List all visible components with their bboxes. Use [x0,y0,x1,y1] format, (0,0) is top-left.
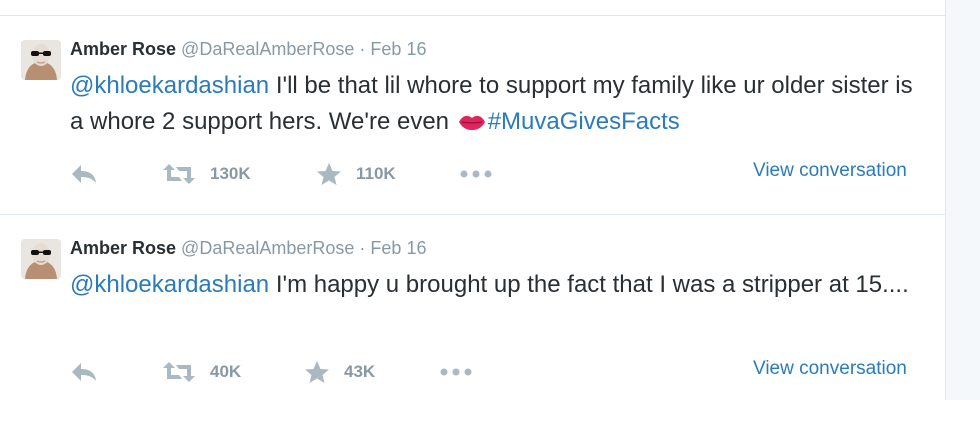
mention-link[interactable]: @khloekardashian [70,271,269,298]
tweet-actions: 40K 43K View conversation [70,357,940,387]
timeline: Amber Rose @DaRealAmberRose · Feb 16 @kh… [0,0,946,400]
tweet[interactable]: Amber Rose @DaRealAmberRose · Feb 16 @kh… [0,238,945,434]
reply-icon [72,165,96,183]
tweet-text: @khloekardashian I'm happy u brought up … [70,267,920,303]
retweet-icon [163,362,195,382]
retweet-count: 130K [210,164,251,183]
favorite-count: 43K [344,362,376,381]
retweet-icon [163,164,195,184]
tweet-date[interactable]: Feb 16 [370,39,426,59]
reply-icon [72,363,96,381]
kiss-mark-icon [458,106,486,142]
retweet-count: 40K [210,362,242,381]
tweet-divider [0,15,945,16]
more-icon [440,368,472,376]
tweet-header: Amber Rose @DaRealAmberRose · Feb 16 [70,39,426,60]
separator-dot: · [359,238,366,258]
tweet-text: @khloekardashian I'll be that lil whore … [70,68,920,142]
tweet[interactable]: Amber Rose @DaRealAmberRose · Feb 16 @kh… [0,39,945,235]
mention-link[interactable]: @khloekardashian [70,72,269,99]
avatar[interactable] [21,239,61,279]
tweet-body: I'm happy u brought up the fact that I w… [269,271,909,298]
favorite-count: 110K [356,164,396,183]
reply-button[interactable] [70,357,98,387]
page-gutter [946,0,980,400]
more-button[interactable] [439,357,473,387]
more-button[interactable] [459,159,493,189]
tweet-actions: 130K 110K View conversation [70,159,940,189]
star-icon [317,163,341,185]
star-icon [305,361,329,383]
tweet-divider [0,214,945,215]
more-icon [460,170,492,178]
separator-dot: · [359,39,366,59]
retweet-button[interactable]: 130K [162,159,251,189]
author-handle[interactable]: @DaRealAmberRose [181,39,354,59]
author-handle[interactable]: @DaRealAmberRose [181,238,354,258]
tweet-header: Amber Rose @DaRealAmberRose · Feb 16 [70,238,426,259]
favorite-button[interactable]: 43K [304,357,375,387]
view-conversation-link[interactable]: View conversation [753,160,907,182]
avatar[interactable] [21,40,61,80]
view-conversation-link[interactable]: View conversation [753,358,907,380]
reply-button[interactable] [70,159,98,189]
hashtag-link[interactable]: #MuvaGivesFacts [488,108,680,135]
author-name[interactable]: Amber Rose [70,39,176,59]
favorite-button[interactable]: 110K [316,159,396,189]
author-name[interactable]: Amber Rose [70,238,176,258]
retweet-button[interactable]: 40K [162,357,241,387]
tweet-date[interactable]: Feb 16 [370,238,426,258]
